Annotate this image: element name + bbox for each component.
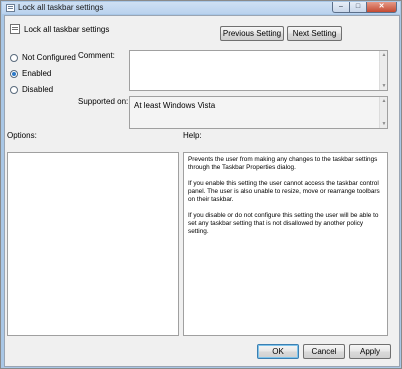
- supported-on-value: At least Windows Vista: [134, 101, 216, 110]
- comment-scrollbar[interactable]: ▲ ▼: [379, 51, 387, 90]
- ok-button[interactable]: OK: [257, 344, 299, 359]
- dialog-body: Lock all taskbar settings Previous Setti…: [4, 15, 400, 367]
- scroll-down-icon[interactable]: ▼: [380, 82, 388, 90]
- maximize-button[interactable]: □: [350, 2, 367, 13]
- comment-textarea[interactable]: ▲ ▼: [129, 50, 388, 91]
- supported-on-field: At least Windows Vista ▲ ▼: [129, 96, 388, 129]
- window-controls: – □ ✕: [332, 2, 397, 13]
- radio-label: Not Configured: [22, 53, 76, 62]
- title-bar[interactable]: Lock all taskbar settings – □ ✕: [2, 2, 400, 14]
- cancel-button[interactable]: Cancel: [303, 344, 345, 359]
- help-paragraph: If you disable or do not configure this …: [188, 212, 379, 235]
- next-setting-button[interactable]: Next Setting: [287, 26, 342, 41]
- radio-enabled[interactable]: Enabled: [10, 69, 51, 78]
- radio-circle[interactable]: [10, 85, 18, 94]
- supported-on-label: Supported on:: [78, 97, 129, 106]
- radio-circle[interactable]: [10, 53, 18, 62]
- help-paragraph: Prevents the user from making any change…: [188, 156, 378, 171]
- options-pane: [7, 152, 179, 336]
- help-label: Help:: [183, 131, 202, 140]
- window-title: Lock all taskbar settings: [18, 3, 104, 12]
- radio-label: Enabled: [22, 69, 52, 78]
- supported-scrollbar[interactable]: ▲ ▼: [379, 97, 387, 128]
- scroll-down-icon[interactable]: ▼: [380, 120, 388, 128]
- comment-label: Comment:: [78, 51, 115, 60]
- setting-title: Lock all taskbar settings: [24, 25, 110, 34]
- previous-setting-button[interactable]: Previous Setting: [220, 26, 284, 41]
- radio-disabled[interactable]: Disabled: [10, 85, 53, 94]
- policy-icon: [6, 4, 15, 12]
- scroll-up-icon[interactable]: ▲: [380, 51, 388, 59]
- dialog-window: Lock all taskbar settings – □ ✕ Lock all…: [0, 0, 402, 369]
- scroll-up-icon[interactable]: ▲: [380, 97, 388, 105]
- minimize-button[interactable]: –: [332, 2, 350, 13]
- policy-setting-icon: [10, 24, 20, 34]
- help-pane: Prevents the user from making any change…: [183, 152, 388, 336]
- apply-button[interactable]: Apply: [349, 344, 391, 359]
- radio-not-configured[interactable]: Not Configured: [10, 53, 76, 62]
- radio-circle[interactable]: [10, 69, 18, 78]
- options-label: Options:: [7, 131, 37, 140]
- radio-label: Disabled: [22, 85, 54, 94]
- close-button[interactable]: ✕: [367, 2, 397, 13]
- help-paragraph: If you enable this setting the user cann…: [188, 180, 380, 203]
